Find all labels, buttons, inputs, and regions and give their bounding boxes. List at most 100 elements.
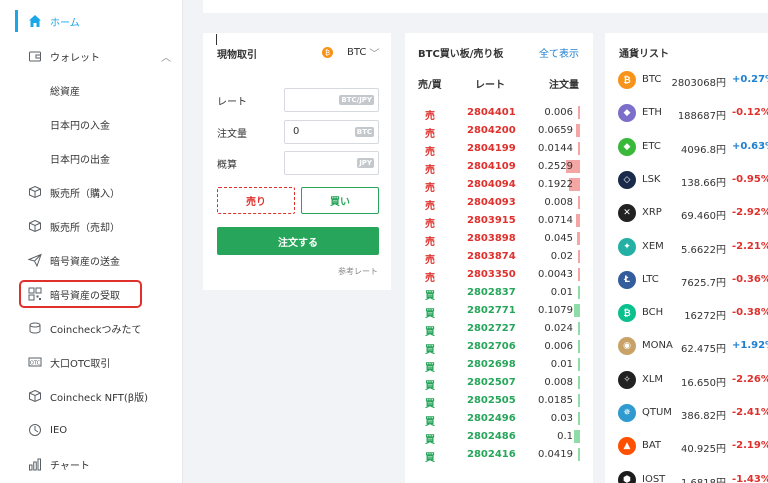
currency-row[interactable]: ◉ MONA 62.475円 +1.92% bbox=[605, 330, 768, 362]
orderbook-row[interactable]: 売 2804094 0.1922 bbox=[405, 176, 593, 194]
orderbook-side: 買 bbox=[425, 327, 435, 338]
depth-bar bbox=[578, 376, 580, 389]
currency-row[interactable]: ₿ BCH 16272円 -0.38% bbox=[605, 297, 768, 329]
xlm-icon: ✧ bbox=[618, 370, 636, 389]
sidebar-item-ieo[interactable]: IEO bbox=[0, 420, 182, 440]
orderbook-row[interactable]: 売 2804199 0.0144 bbox=[405, 140, 593, 158]
orderbook-amount: 0.0659 bbox=[538, 125, 573, 136]
sidebar-item-sell[interactable]: 販売所（売却） bbox=[0, 216, 182, 236]
show-all-link[interactable]: 全て表示 bbox=[539, 45, 579, 60]
orderbook-rate: 2802507 bbox=[467, 377, 516, 388]
orderbook-row[interactable]: 買 2802507 0.008 bbox=[405, 374, 593, 392]
ltc-icon: Ł bbox=[618, 270, 636, 289]
orderbook-amount: 0.008 bbox=[544, 377, 573, 388]
chevron-up-icon[interactable]: ︿ bbox=[161, 49, 171, 64]
qty-input[interactable]: 0 BTC bbox=[284, 120, 379, 144]
sidebar-item-home[interactable]: ホーム bbox=[0, 11, 182, 31]
sidebar-item-tsumitate[interactable]: Coincheckつみたて bbox=[0, 318, 182, 338]
buy-button[interactable]: 買い bbox=[301, 187, 379, 214]
orderbook-amount: 0.03 bbox=[550, 413, 573, 424]
rate-unit-badge: BTC/JPY bbox=[339, 95, 374, 105]
orderbook-row[interactable]: 買 2802416 0.0419 bbox=[405, 446, 593, 464]
sidebar-item-otc[interactable]: OTC 大口OTC取引 bbox=[0, 352, 182, 372]
col-amount-header: 注文量 bbox=[549, 80, 579, 91]
orderbook-amount: 0.0043 bbox=[538, 269, 573, 280]
orderbook-row[interactable]: 買 2802486 0.1 bbox=[405, 428, 593, 446]
depth-bar bbox=[574, 430, 580, 443]
orderbook-side: 売 bbox=[425, 183, 435, 194]
orderbook-rate: 2803898 bbox=[467, 233, 516, 244]
currency-row[interactable]: ✦ XEM 5.6622円 -2.21% bbox=[605, 231, 768, 263]
currency-change: -0.36% bbox=[732, 273, 768, 285]
orderbook-side: 買 bbox=[425, 363, 435, 374]
currency-row[interactable]: ✕ XRP 69.460円 -2.92% bbox=[605, 197, 768, 229]
orderbook-row[interactable]: 売 2804200 0.0659 bbox=[405, 122, 593, 140]
sidebar-item-wallet[interactable]: ウォレット ︿ bbox=[0, 46, 182, 66]
orderbook-rate: 2804200 bbox=[467, 125, 516, 136]
orderbook-amount: 0.1 bbox=[557, 431, 573, 442]
currency-row[interactable]: ◆ ETH 188687円 -0.12% bbox=[605, 97, 768, 129]
currency-row[interactable]: ✧ XLM 16.650円 -2.26% bbox=[605, 364, 768, 396]
sidebar-item-jpy-deposit[interactable]: 日本円の入金 bbox=[0, 114, 182, 134]
orderbook-row[interactable]: 買 2802771 0.1079 bbox=[405, 302, 593, 320]
currency-price: 1.6818円 bbox=[681, 474, 726, 483]
sell-button[interactable]: 売り bbox=[217, 187, 295, 214]
spot-trade-panel: 現物取引 ₿ BTC ﹀ レート BTC/JPY 注文量 0 BTC 概算 JP… bbox=[203, 33, 391, 290]
currency-price: 62.475円 bbox=[681, 344, 726, 356]
depth-bar bbox=[578, 196, 580, 209]
currency-symbol: ETC bbox=[642, 140, 661, 152]
orderbook-amount: 0.01 bbox=[550, 359, 573, 370]
reference-rate-link[interactable]: 参考レート bbox=[338, 266, 378, 277]
orderbook-amount: 0.006 bbox=[544, 341, 573, 352]
orderbook-row[interactable]: 売 2804401 0.006 bbox=[405, 104, 593, 122]
orderbook-rate: 2802416 bbox=[467, 449, 516, 460]
currency-row[interactable]: ⬢ IOST 1.6818円 -1.43% bbox=[605, 464, 768, 483]
sidebar-item-buy[interactable]: 販売所（購入） bbox=[0, 182, 182, 202]
coin-selector[interactable]: ₿ BTC ﹀ bbox=[322, 45, 379, 60]
spot-title: 現物取引 bbox=[217, 50, 257, 61]
depth-bar bbox=[578, 394, 580, 407]
currency-row[interactable]: ✵ QTUM 386.82円 -2.41% bbox=[605, 397, 768, 429]
sidebar: ホーム ウォレット ︿ 総資産 日本円の入金 日本円の出金 販売所（購入） 販売… bbox=[0, 0, 183, 483]
currency-symbol: XLM bbox=[642, 373, 664, 385]
currency-row[interactable]: ◆ ETC 4096.8円 +0.63% bbox=[605, 131, 768, 163]
orderbook-row[interactable]: 売 2803915 0.0714 bbox=[405, 212, 593, 230]
approx-input[interactable]: JPY bbox=[284, 151, 379, 175]
orderbook-side: 買 bbox=[425, 453, 435, 464]
orderbook-rate: 2804109 bbox=[467, 161, 516, 172]
orderbook-row[interactable]: 買 2802505 0.0185 bbox=[405, 392, 593, 410]
place-order-button[interactable]: 注文する bbox=[217, 227, 379, 255]
orderbook-row[interactable]: 売 2803350 0.0043 bbox=[405, 266, 593, 284]
currency-row[interactable]: Ł LTC 7625.7円 -0.36% bbox=[605, 264, 768, 296]
orderbook-row[interactable]: 買 2802837 0.01 bbox=[405, 284, 593, 302]
currency-row[interactable]: ◇ LSK 138.66円 -0.95% bbox=[605, 164, 768, 196]
orderbook-row[interactable]: 売 2803874 0.02 bbox=[405, 248, 593, 266]
currency-change: -2.26% bbox=[732, 373, 768, 385]
chevron-down-icon: ﹀ bbox=[369, 49, 380, 60]
orderbook-side: 買 bbox=[425, 399, 435, 410]
orderbook-amount: 0.1922 bbox=[538, 179, 573, 190]
sidebar-item-chart[interactable]: チャート bbox=[0, 454, 182, 474]
currency-row[interactable]: ▲ BAT 40.925円 -2.19% bbox=[605, 430, 768, 462]
xrp-icon: ✕ bbox=[618, 204, 636, 223]
orderbook-row[interactable]: 買 2802727 0.024 bbox=[405, 320, 593, 338]
orderbook-amount: 0.02 bbox=[550, 251, 573, 262]
currency-change: -2.92% bbox=[732, 207, 768, 219]
sidebar-item-send-crypto[interactable]: 暗号資産の送金 bbox=[0, 250, 182, 270]
eth-icon: ◆ bbox=[618, 104, 636, 123]
orderbook-row[interactable]: 買 2802706 0.006 bbox=[405, 338, 593, 356]
currency-row[interactable]: ₿ BTC 2803068円 +0.27% bbox=[605, 64, 768, 96]
sidebar-item-total-assets[interactable]: 総資産 bbox=[0, 80, 182, 100]
orderbook-row[interactable]: 買 2802496 0.03 bbox=[405, 410, 593, 428]
coin-stack-icon bbox=[27, 320, 43, 336]
currency-price: 16.650円 bbox=[681, 377, 726, 389]
orderbook-row[interactable]: 買 2802698 0.01 bbox=[405, 356, 593, 374]
rate-input[interactable]: BTC/JPY bbox=[284, 88, 379, 112]
orderbook-panel: BTC買い板/売り板 全て表示 売/買 レート 注文量 売 2804401 0.00… bbox=[405, 33, 593, 483]
sidebar-item-nft[interactable]: Coincheck NFT(β版) bbox=[0, 386, 182, 406]
orderbook-rate: 2803874 bbox=[467, 251, 516, 262]
orderbook-row[interactable]: 売 2804109 0.2529 bbox=[405, 158, 593, 176]
orderbook-row[interactable]: 売 2803898 0.045 bbox=[405, 230, 593, 248]
sidebar-item-jpy-withdraw[interactable]: 日本円の出金 bbox=[0, 148, 182, 168]
orderbook-row[interactable]: 売 2804093 0.008 bbox=[405, 194, 593, 212]
